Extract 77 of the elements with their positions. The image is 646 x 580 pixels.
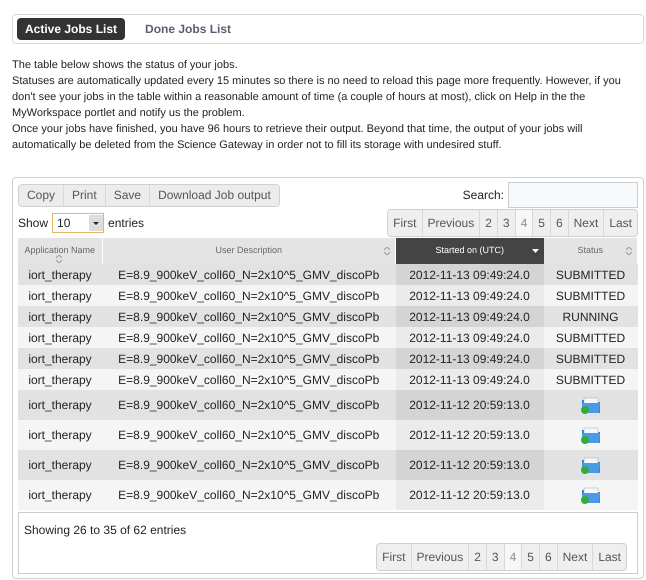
- table-cell: iort_therapy: [18, 390, 102, 420]
- page-button[interactable]: First: [388, 210, 422, 236]
- page-button[interactable]: 6: [538, 544, 557, 570]
- toolbar-button[interactable]: Save: [104, 184, 150, 206]
- table-cell: 2012-11-13 09:49:24.0: [396, 369, 544, 390]
- table-cell: E=8.9_900keV_coll60_N=2x10^5_GMV_discoPb: [102, 390, 396, 420]
- table-cell: iort_therapy: [18, 420, 102, 450]
- tab[interactable]: Done Jobs List: [137, 18, 240, 40]
- table-cell: RUNNING: [544, 306, 638, 327]
- toolbar-button[interactable]: Download Job output: [149, 184, 279, 206]
- page-button[interactable]: Next: [568, 210, 604, 236]
- column-header[interactable]: User Description: [102, 238, 396, 264]
- page-button[interactable]: First: [377, 544, 410, 570]
- table-cell: iort_therapy: [18, 480, 102, 510]
- table-cell: 2012-11-12 20:59:13.0: [396, 480, 544, 510]
- table-cell: iort_therapy: [18, 348, 102, 369]
- table-cell: E=8.9_900keV_coll60_N=2x10^5_GMV_discoPb: [102, 306, 396, 327]
- folder-download-icon[interactable]: [580, 425, 602, 445]
- table-cell: 2012-11-13 09:49:24.0: [396, 306, 544, 327]
- table-cell: SUBMITTED: [544, 264, 638, 285]
- search-label: Search:: [462, 187, 504, 204]
- page-button[interactable]: 5: [521, 544, 539, 570]
- column-header[interactable]: Started on (UTC): [396, 238, 544, 264]
- table-cell: SUBMITTED: [544, 348, 638, 369]
- table-cell: iort_therapy: [18, 264, 102, 285]
- show-label: Show: [18, 215, 48, 232]
- table-cell: E=8.9_900keV_coll60_N=2x10^5_GMV_discoPb: [102, 348, 396, 369]
- table-cell: 2012-11-13 09:49:24.0: [396, 264, 544, 285]
- table-cell: iort_therapy: [18, 285, 102, 306]
- column-header[interactable]: Application Name: [18, 238, 102, 264]
- search-field[interactable]: [508, 182, 638, 208]
- page-button[interactable]: 2: [479, 210, 497, 236]
- table-cell: E=8.9_900keV_coll60_N=2x10^5_GMV_discoPb: [102, 369, 396, 390]
- sort-descending-icon: [532, 249, 538, 253]
- toolbar-button[interactable]: Copy: [19, 184, 64, 206]
- folder-download-icon[interactable]: [580, 455, 602, 475]
- tab[interactable]: Active Jobs List: [17, 18, 126, 40]
- sort-icon: [384, 247, 390, 255]
- intro-paragraph: The table below shows the status of your jobs.: [12, 58, 239, 73]
- page-button[interactable]: Previous: [422, 210, 480, 236]
- entries-info: Showing 26 to 35 of 62 entries: [24, 522, 188, 539]
- entries-select[interactable]: 10: [52, 213, 104, 233]
- table-cell: E=8.9_900keV_coll60_N=2x10^5_GMV_discoPb: [102, 420, 396, 450]
- table-cell: SUBMITTED: [544, 369, 638, 390]
- page-button[interactable]: 5: [532, 210, 550, 236]
- toolbar-button[interactable]: Print: [63, 184, 105, 206]
- intro-paragraph: Statuses are automatically updated every 15 minutes so there is no need to reload this page more frequently. However, if you don't see your jobs in the table within a reasonable amount of time (a couple of hours at most), click on Help in the the MyWorkspace portlet and notify us the problem.: [12, 74, 622, 121]
- page-button[interactable]: 6: [550, 210, 568, 236]
- table-cell: iort_therapy: [18, 327, 102, 348]
- table-cell: 2012-11-13 09:49:24.0: [396, 348, 544, 369]
- table-cell: E=8.9_900keV_coll60_N=2x10^5_GMV_discoPb: [102, 285, 396, 306]
- table-cell: 2012-11-12 20:59:13.0: [396, 390, 544, 420]
- page-button[interactable]: Previous: [410, 544, 468, 570]
- table-cell: 2012-11-13 09:49:24.0: [396, 285, 544, 306]
- intro-paragraph: Once your jobs have finished, you have 96 hours to retrieve their output. Beyond that time, the output of your jobs will automatically be deleted from the Science Gateway in order not to fill its storage with undesired stuff.: [12, 122, 584, 153]
- column-header[interactable]: Status: [544, 238, 638, 264]
- entries-label: entries: [108, 215, 144, 232]
- table-cell: 2012-11-12 20:59:13.0: [396, 420, 544, 450]
- sort-icon: [56, 255, 62, 263]
- page-button[interactable]: Last: [603, 210, 637, 236]
- page-button[interactable]: 2: [468, 544, 486, 570]
- table-cell: SUBMITTED: [544, 285, 638, 306]
- table-cell: E=8.9_900keV_coll60_N=2x10^5_GMV_discoPb: [102, 480, 396, 510]
- table-cell: E=8.9_900keV_coll60_N=2x10^5_GMV_discoPb: [102, 327, 396, 348]
- folder-download-icon[interactable]: [580, 395, 602, 415]
- folder-download-icon[interactable]: [580, 485, 602, 505]
- table-cell: iort_therapy: [18, 369, 102, 390]
- table-cell: E=8.9_900keV_coll60_N=2x10^5_GMV_discoPb: [102, 264, 396, 285]
- table-cell: E=8.9_900keV_coll60_N=2x10^5_GMV_discoPb: [102, 450, 396, 480]
- table-cell: SUBMITTED: [544, 327, 638, 348]
- sort-icon: [626, 247, 632, 255]
- table-cell: 2012-11-13 09:49:24.0: [396, 327, 544, 348]
- page-button[interactable]: Last: [592, 544, 626, 570]
- table-cell: 2012-11-12 20:59:13.0: [396, 450, 544, 480]
- table-cell: iort_therapy: [18, 306, 102, 327]
- table-cell: iort_therapy: [18, 450, 102, 480]
- page-button[interactable]: Next: [556, 544, 592, 570]
